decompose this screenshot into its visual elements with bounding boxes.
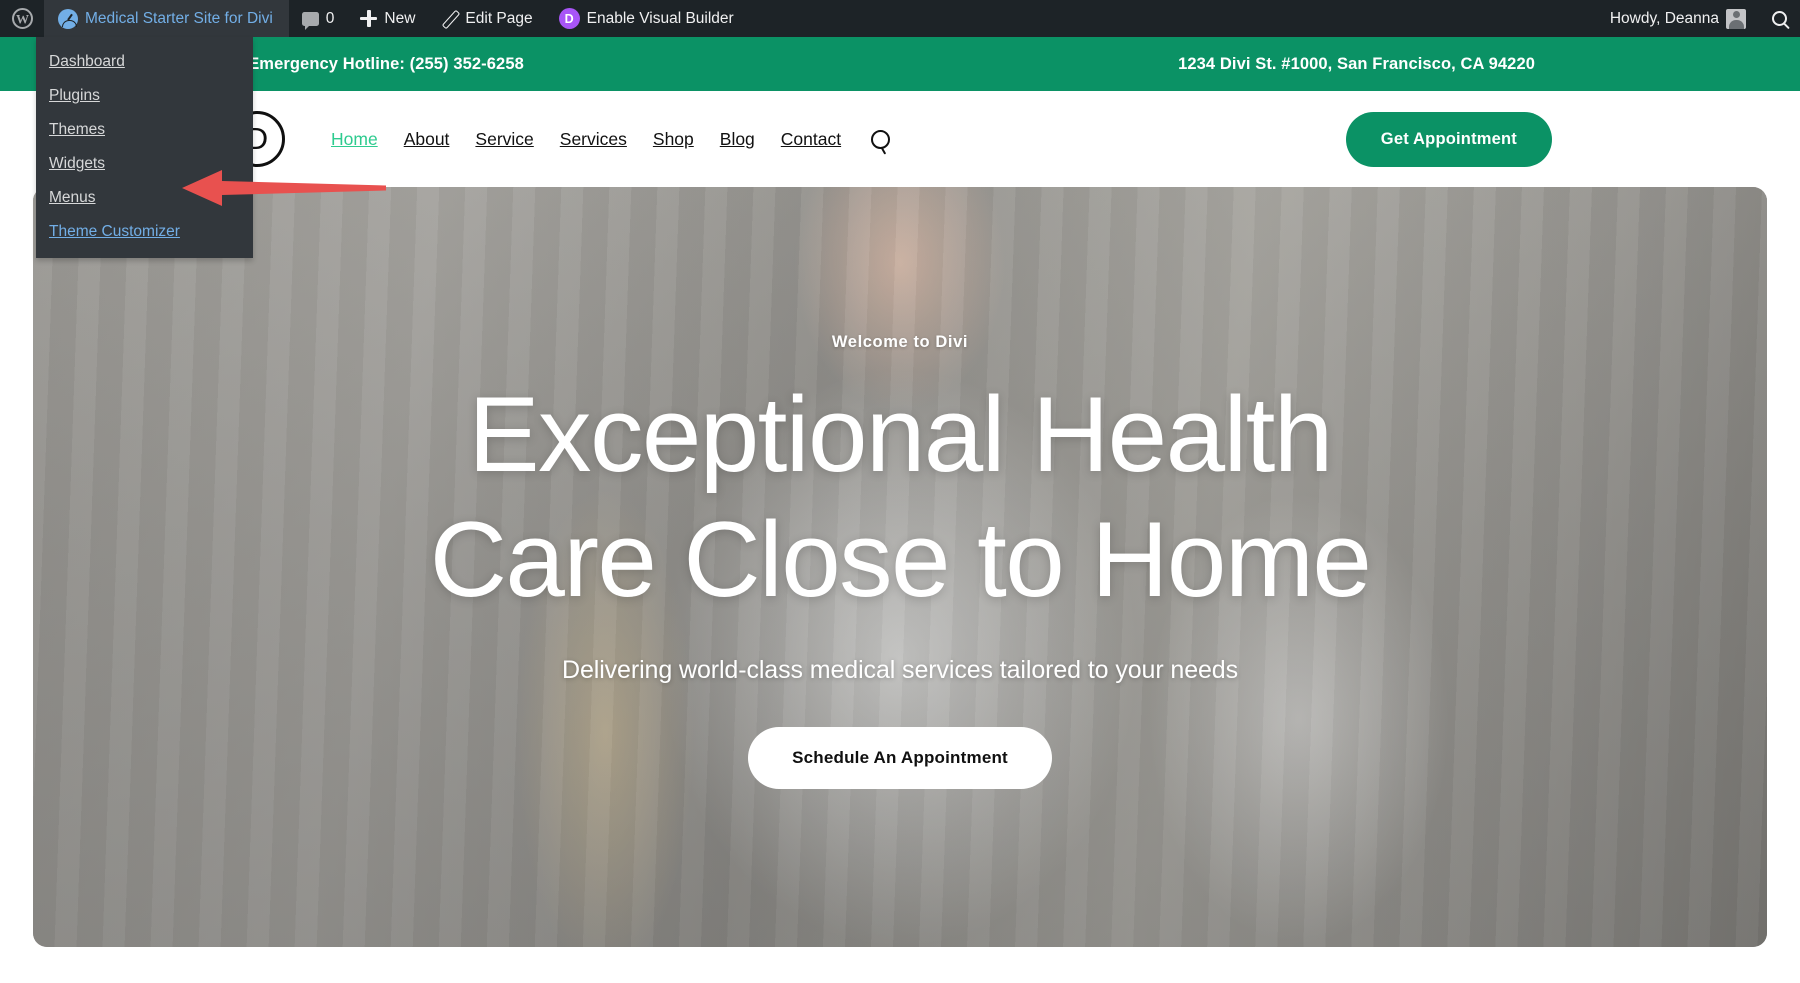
site-name-dropdown-menu: Dashboard Plugins Themes Widgets Menus T… bbox=[36, 37, 253, 258]
avatar bbox=[1726, 8, 1746, 29]
admin-search-button[interactable] bbox=[1759, 0, 1800, 37]
hero-title: Exceptional Health Care Close to Home bbox=[429, 372, 1372, 622]
hero-section: Welcome to Divi Exceptional Health Care … bbox=[33, 187, 1767, 947]
wordpress-logo-icon bbox=[12, 8, 33, 29]
nav-item-contact[interactable]: Contact bbox=[781, 129, 841, 150]
new-content-menu[interactable]: New bbox=[347, 0, 428, 37]
hero-content: Welcome to Divi Exceptional Health Care … bbox=[33, 187, 1767, 947]
new-label: New bbox=[384, 9, 416, 27]
hero-wrapper: Welcome to Divi Exceptional Health Care … bbox=[0, 187, 1800, 947]
wp-admin-bar: Medical Starter Site for Divi 0 New Edit… bbox=[0, 0, 1800, 37]
site-navbar: D Home About Service Services Shop Blog … bbox=[0, 91, 1800, 187]
emergency-hotline: 24/7 Emergency Hotline: (255) 352-6258 bbox=[211, 54, 524, 73]
pencil-icon bbox=[441, 10, 458, 27]
dropdown-item-menus[interactable]: Menus bbox=[36, 181, 253, 215]
nav-item-service[interactable]: Service bbox=[475, 129, 533, 150]
edit-page-menu[interactable]: Edit Page bbox=[428, 0, 545, 37]
comments-menu[interactable]: 0 bbox=[289, 0, 348, 37]
schedule-appointment-button[interactable]: Schedule An Appointment bbox=[748, 727, 1052, 790]
hero-title-line-1: Exceptional Health bbox=[468, 373, 1333, 494]
search-icon[interactable] bbox=[871, 129, 891, 149]
hero-title-line-2: Care Close to Home bbox=[429, 499, 1372, 619]
comment-bubble-icon bbox=[301, 11, 319, 30]
dropdown-item-dashboard[interactable]: Dashboard bbox=[36, 45, 253, 79]
nav-item-blog[interactable]: Blog bbox=[720, 129, 755, 150]
get-appointment-button[interactable]: Get Appointment bbox=[1345, 111, 1552, 167]
wordpress-logo-menu[interactable] bbox=[0, 0, 44, 37]
divi-badge-icon: D bbox=[558, 8, 580, 29]
site-name-label: Medical Starter Site for Divi bbox=[85, 9, 273, 27]
enable-visual-builder-menu[interactable]: D Enable Visual Builder bbox=[546, 0, 747, 37]
nav-item-home[interactable]: Home bbox=[331, 129, 378, 150]
howdy-label: Howdy, Deanna bbox=[1609, 9, 1719, 27]
dashboard-speedometer-icon bbox=[58, 8, 78, 29]
site-preview: 24/7 Emergency Hotline: (255) 352-6258 1… bbox=[0, 37, 1800, 983]
nav-item-shop[interactable]: Shop bbox=[653, 129, 694, 150]
nav-item-about[interactable]: About bbox=[404, 129, 450, 150]
dropdown-item-themes[interactable]: Themes bbox=[36, 113, 253, 147]
dropdown-item-theme-customizer[interactable]: Theme Customizer bbox=[36, 215, 253, 249]
dropdown-item-widgets[interactable]: Widgets bbox=[36, 147, 253, 181]
admin-bar-spacer bbox=[747, 0, 1597, 37]
primary-nav: Home About Service Services Shop Blog Co… bbox=[331, 129, 891, 150]
my-account-menu[interactable]: Howdy, Deanna bbox=[1597, 0, 1759, 37]
site-topbar: 24/7 Emergency Hotline: (255) 352-6258 1… bbox=[0, 37, 1800, 91]
comment-count: 0 bbox=[325, 9, 335, 27]
hero-subtitle: Delivering world-class medical services … bbox=[561, 656, 1239, 685]
site-name-menu[interactable]: Medical Starter Site for Divi bbox=[44, 0, 289, 37]
plus-icon bbox=[360, 10, 378, 27]
admin-bar-right: Howdy, Deanna bbox=[1597, 0, 1800, 37]
visual-builder-label: Enable Visual Builder bbox=[586, 9, 734, 27]
nav-item-services[interactable]: Services bbox=[560, 129, 627, 150]
hero-eyebrow: Welcome to Divi bbox=[831, 332, 969, 351]
search-icon bbox=[1772, 11, 1787, 26]
dropdown-item-plugins[interactable]: Plugins bbox=[36, 79, 253, 113]
site-address: 1234 Divi St. #1000, San Francisco, CA 9… bbox=[1178, 54, 1535, 73]
edit-page-label: Edit Page bbox=[465, 9, 533, 27]
